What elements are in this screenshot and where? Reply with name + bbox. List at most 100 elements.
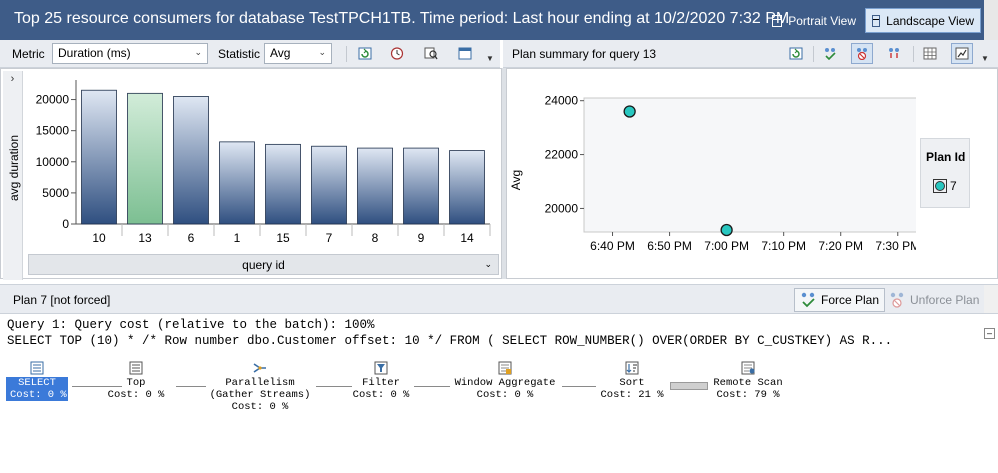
plan-bar: Plan 7 [not forced] Force Plan Unforce P…: [0, 284, 998, 314]
statistic-value: Avg: [270, 46, 291, 60]
track-query-button[interactable]: [386, 43, 408, 64]
x-tick-label: 10: [92, 231, 106, 245]
plan-op-select[interactable]: SELECT Cost: 0 %: [6, 361, 68, 401]
plan-op-cost: Cost: 0 %: [107, 389, 165, 401]
grid-view-icon: [923, 47, 937, 60]
y-axis-label: Avg: [509, 170, 523, 190]
statistic-label: Statistic: [218, 47, 261, 61]
bar-query-1: [219, 141, 255, 225]
left-toolbar: Metric Duration (ms) ⌄ Statistic Avg ⌄ ▼: [0, 40, 500, 68]
title-scrollbar[interactable]: [984, 0, 998, 40]
landscape-view-icon: [872, 14, 881, 27]
bar-query-13: [127, 92, 163, 225]
refresh-button[interactable]: [354, 43, 376, 64]
legend-item[interactable]: 7: [933, 179, 957, 193]
x-axis-select[interactable]: query id ⌄: [28, 254, 499, 275]
compare-plans-button[interactable]: [883, 43, 905, 64]
plan-op-name: Sort: [619, 377, 645, 389]
legend-item-label: 7: [950, 179, 957, 193]
x-tick-label: 8: [372, 231, 379, 245]
plan-op-window-aggregate[interactable]: Window Aggregate Cost: 0 %: [446, 361, 564, 401]
duration-bar-chart: avg duration 0 5000 10000 15000 20000 10 13 6 1 15…: [7, 80, 491, 245]
refresh-icon: [789, 47, 803, 60]
plan-op-cost: Cost: 0 %: [6, 389, 68, 401]
unforce-plan-icon: [890, 292, 904, 308]
bar-query-7: [311, 145, 347, 225]
y-tick-label: 5000: [42, 186, 69, 200]
plan-arrow: [670, 382, 708, 390]
window-aggregate-icon: [498, 361, 512, 375]
landscape-view-label: Landscape View: [886, 13, 974, 28]
toolbar-separator: [346, 46, 347, 62]
plan-op-remote-scan[interactable]: Remote Scan Cost: 79 %: [708, 361, 788, 401]
plan-op-name: Window Aggregate: [454, 377, 556, 389]
metric-label: Metric: [12, 47, 45, 61]
x-axis-select-label: query id: [242, 258, 285, 272]
select-icon: [30, 361, 44, 375]
plan-op-cost: Cost: 21 %: [600, 389, 664, 401]
chevron-down-icon: ⌄: [194, 47, 202, 57]
query-cost-line: Query 1: Query cost (relative to the bat…: [7, 318, 375, 332]
grid-view-button[interactable]: [919, 43, 941, 64]
chart-view-button[interactable]: [951, 43, 973, 64]
legend-title: Plan Id: [926, 150, 966, 164]
y-tick-label: 20000: [36, 93, 70, 107]
refresh-button[interactable]: [785, 43, 807, 64]
top-icon: [129, 361, 143, 375]
bar-query-14: [449, 150, 485, 225]
plan-op-sort[interactable]: Sort Cost: 21 %: [594, 361, 670, 401]
plan-op-cost: Cost: 0 %: [231, 401, 289, 413]
plan-arrow: [176, 386, 206, 387]
plan-op-filter[interactable]: Filter Cost: 0 %: [346, 361, 416, 401]
force-plan-icon: [825, 48, 836, 60]
plan-label: Plan 7 [not forced]: [13, 293, 111, 307]
grid-view-button[interactable]: [454, 43, 476, 64]
toolbar-overflow-icon[interactable]: ▼: [486, 54, 494, 63]
view-query-button[interactable]: [420, 43, 442, 64]
x-tick-label: 6:40 PM: [590, 239, 635, 253]
chart-view-icon: [955, 47, 969, 60]
plan-op-cost: Cost: 0 %: [476, 389, 534, 401]
parallelism-icon: [253, 363, 266, 373]
sort-icon: [625, 361, 639, 375]
plan-id-legend: Plan Id 7: [920, 138, 970, 208]
plan-bar-scrollbar[interactable]: [984, 285, 998, 313]
plan-op-subtitle: (Gather Streams): [209, 389, 311, 401]
metric-select[interactable]: Duration (ms) ⌄: [52, 43, 208, 64]
x-tick-label: 7: [326, 231, 333, 245]
unforce-plan-toolbar-button[interactable]: [851, 43, 873, 64]
bar-query-10: [81, 89, 117, 225]
force-plan-button[interactable]: Force Plan: [794, 288, 886, 312]
x-tick-label: 1: [234, 231, 241, 245]
plan-data-point: [720, 223, 733, 237]
force-plan-icon: [801, 292, 815, 308]
plan-summary-title: Plan summary for query 13: [512, 47, 657, 61]
portrait-view-icon: [772, 14, 783, 27]
plan-op-name: Filter: [362, 377, 400, 389]
plan-op-parallelism[interactable]: Parallelism (Gather Streams) Cost: 0 %: [204, 361, 316, 413]
portrait-view-button[interactable]: Portrait View: [766, 8, 862, 33]
plan-data-point: [623, 105, 636, 118]
landscape-view-button[interactable]: Landscape View: [865, 8, 981, 33]
refresh-icon: [358, 47, 372, 60]
statistic-select[interactable]: Avg ⌄: [264, 43, 332, 64]
toolbar-overflow-icon[interactable]: ▼: [981, 54, 989, 63]
metric-value: Duration (ms): [58, 46, 131, 60]
bar-query-15: [265, 143, 301, 225]
bar-query-6: [173, 96, 209, 225]
force-plan-toolbar-button[interactable]: [819, 43, 841, 64]
bar-query-8: [357, 147, 393, 225]
unforce-plan-button[interactable]: Unforce Plan: [884, 288, 984, 312]
chevron-down-icon: ⌄: [318, 47, 326, 57]
y-tick-label: 22000: [545, 148, 579, 162]
x-tick-label: 7:10 PM: [761, 239, 806, 253]
plan-op-top[interactable]: Top Cost: 0 %: [104, 361, 168, 401]
y-tick-label: 20000: [545, 201, 579, 215]
collapse-query-icon[interactable]: –: [984, 328, 995, 339]
compare-plans-icon: [889, 48, 899, 58]
plan-op-name: Remote Scan: [713, 377, 783, 389]
plot-area: [583, 97, 916, 233]
plan-op-name: SELECT: [6, 377, 68, 389]
y-tick-label: 15000: [36, 124, 70, 138]
toolbar-separator: [813, 46, 814, 62]
